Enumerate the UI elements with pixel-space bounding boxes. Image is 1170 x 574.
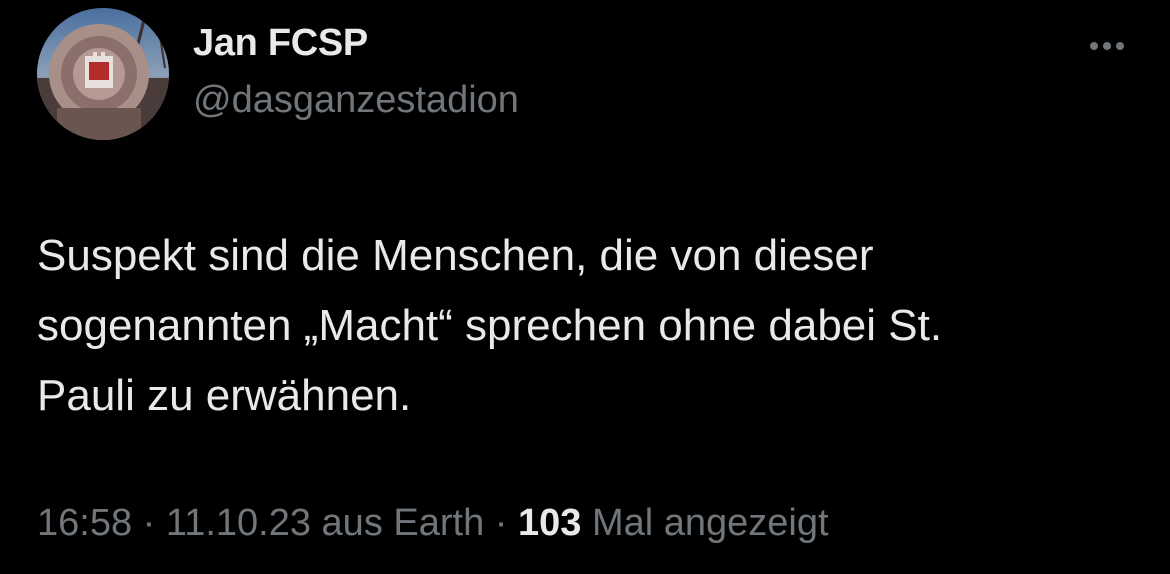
tweet: Jan FCSP @dasganzestadion Suspekt sind d…: [0, 0, 1170, 574]
tweet-text-line: sogenannten „Macht“ sprechen ohne dabei …: [37, 301, 943, 350]
views-count[interactable]: 103: [518, 502, 581, 544]
tweet-source: aus Earth: [321, 502, 485, 544]
tweet-date[interactable]: 11.10.23: [166, 502, 311, 544]
tweet-text: Suspekt sind die Menschen, die von diese…: [37, 221, 1127, 431]
more-horizontal-icon: [1116, 42, 1124, 50]
more-horizontal-icon: [1090, 42, 1098, 50]
tweet-time[interactable]: 16:58: [37, 502, 132, 544]
tweet-text-line: Suspekt sind die Menschen, die von diese…: [37, 231, 874, 280]
tweet-meta: 16:58 · 11.10.23 aus Earth · 103 Mal ang…: [37, 502, 829, 545]
more-options-button[interactable]: [1082, 28, 1132, 64]
more-horizontal-icon: [1103, 42, 1111, 50]
avatar[interactable]: [37, 8, 169, 140]
meta-separator: ·: [142, 502, 156, 544]
tweet-text-line: Pauli zu erwähnen.: [37, 371, 412, 420]
meta-separator: ·: [494, 502, 508, 544]
views-label: Mal angezeigt: [591, 502, 829, 544]
avatar-image: [37, 8, 169, 140]
handle[interactable]: @dasganzestadion: [193, 79, 519, 122]
display-name[interactable]: Jan FCSP: [193, 22, 368, 65]
